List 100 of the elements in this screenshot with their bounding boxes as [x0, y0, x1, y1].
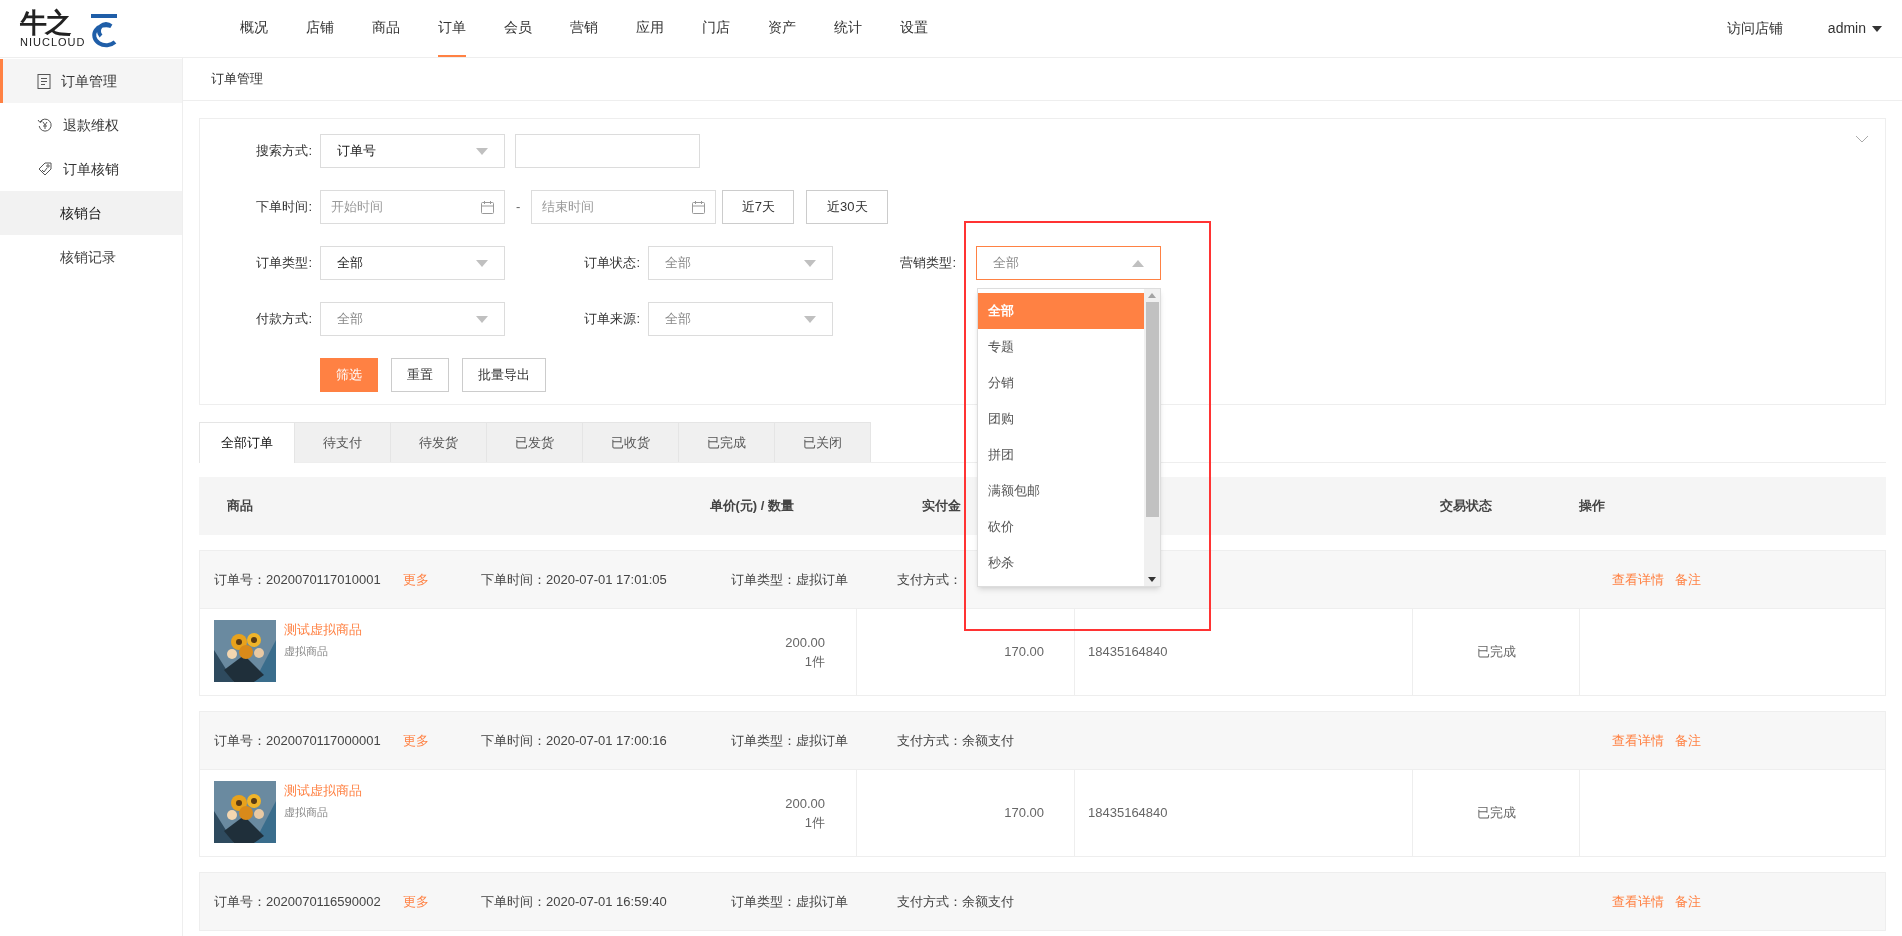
dropdown-option[interactable]: 砍价: [978, 509, 1144, 545]
trade-status: 已完成: [1476, 804, 1516, 823]
nav-tab[interactable]: 店铺: [306, 0, 334, 57]
sidebar-subitem[interactable]: 核销台: [0, 191, 182, 235]
nav-tab[interactable]: 应用: [636, 0, 664, 57]
caret-icon: [476, 147, 488, 155]
collapse-chevron-icon[interactable]: [1855, 135, 1869, 143]
logo-mark: 牛之: [20, 9, 72, 37]
quick-range-button[interactable]: 近30天: [806, 190, 889, 224]
select-field[interactable]: 全部: [976, 246, 1161, 280]
dropdown-option[interactable]: 满额包邮: [978, 473, 1144, 509]
status-tab[interactable]: 待发货: [391, 422, 487, 462]
column-header: 交易状态: [1438, 497, 1493, 516]
column-header: 单价(元) / 数量: [708, 497, 794, 516]
field-label: 营销类型:: [899, 254, 957, 273]
quantity: 1件: [804, 814, 825, 832]
document-icon: [37, 73, 51, 89]
date-separator: -: [516, 198, 521, 217]
visit-store-link[interactable]: 访问店铺: [1726, 18, 1783, 39]
select-field[interactable]: 全部: [648, 246, 833, 280]
nav-tab[interactable]: 概况: [240, 0, 268, 57]
select-value: 全部: [993, 254, 1019, 273]
quantity: 1件: [804, 653, 825, 671]
product-subtitle: 虚拟商品: [284, 643, 329, 659]
select-value: 全部: [337, 310, 363, 329]
nav-tab[interactable]: 统计: [834, 0, 862, 57]
field-label: 订单状态:: [583, 254, 641, 273]
sidebar-item[interactable]: 退款维权: [0, 103, 182, 147]
nav-tab[interactable]: 订单: [438, 0, 466, 57]
caret-icon: [476, 315, 488, 323]
status-tab[interactable]: 待支付: [295, 422, 391, 462]
unit-price: 200.00: [785, 794, 825, 813]
paid-amount: 170.00: [1004, 804, 1044, 823]
field-label: 搜索方式:: [255, 142, 313, 161]
status-tab[interactable]: 全部订单: [199, 422, 295, 463]
field-label: 订单类型:: [255, 254, 313, 273]
calendar-icon: [692, 200, 706, 214]
caret-icon: [804, 315, 816, 323]
calendar-icon: [481, 200, 494, 214]
paid-amount: 170.00: [1004, 643, 1044, 662]
filter-button[interactable]: 批量导出: [462, 358, 546, 392]
dropdown-option[interactable]: 专题: [978, 329, 1144, 365]
caret-icon: [1132, 259, 1144, 267]
status-tab[interactable]: 已关闭: [775, 422, 871, 462]
status-tab[interactable]: 已发货: [487, 422, 583, 462]
order-type: 订单类型：虚拟订单: [731, 892, 849, 911]
breadcrumb: 订单管理: [211, 70, 263, 89]
dropdown-option[interactable]: 秒杀: [978, 545, 1144, 581]
order-number: 订单号：2020070117000001: [214, 731, 382, 750]
select-value: 全部: [665, 310, 691, 329]
user-menu[interactable]: admin: [1827, 18, 1882, 39]
field-label: 下单时间:: [255, 198, 313, 217]
order-time: 下单时间：2020-07-01 17:00:16: [481, 731, 668, 750]
select-field[interactable]: 全部: [648, 302, 833, 336]
search-input[interactable]: [515, 134, 700, 168]
payment-method: 支付方式：余额支付: [897, 731, 1014, 750]
nav-tab[interactable]: 资产: [768, 0, 796, 57]
filter-button[interactable]: 重置: [391, 358, 449, 392]
status-tab[interactable]: 已收货: [583, 422, 679, 462]
product-subtitle: 虚拟商品: [284, 804, 329, 820]
caret-icon: [804, 259, 816, 267]
order-number: 订单号：2020070116590002: [214, 892, 382, 911]
caret-icon: [1872, 25, 1882, 32]
scroll-up-icon[interactable]: [1148, 293, 1156, 298]
field-label: 订单来源:: [583, 310, 641, 329]
status-tab[interactable]: 已完成: [679, 422, 775, 462]
order-time: 下单时间：2020-07-01 17:01:05: [481, 570, 668, 589]
payment-method: 支付方式：余额支付: [897, 892, 1014, 911]
order-time: 下单时间：2020-07-01 16:59:40: [481, 892, 668, 911]
scrollbar[interactable]: [1144, 289, 1160, 586]
logo[interactable]: 牛之 NIUCLOUD: [20, 9, 180, 48]
sidebar-subitem[interactable]: 核销记录: [0, 235, 182, 279]
payment-method: 支付方式：: [897, 570, 962, 589]
nav-tab[interactable]: 商品: [372, 0, 400, 57]
trade-status: 已完成: [1476, 643, 1516, 662]
column-header: 操作: [1579, 497, 1605, 516]
buyer-phone: 18435164840: [1088, 643, 1168, 662]
order-type: 订单类型：虚拟订单: [731, 570, 849, 589]
column-header: 实付金: [922, 497, 962, 516]
nav-tab[interactable]: 会员: [504, 0, 532, 57]
order-number: 订单号：2020070117010001: [214, 570, 382, 589]
select-field[interactable]: 订单号: [320, 134, 505, 168]
select-field[interactable]: 全部: [320, 246, 505, 280]
nav-tab[interactable]: 门店: [702, 0, 730, 57]
sidebar-item[interactable]: 订单核销: [0, 147, 182, 191]
dropdown-option[interactable]: 拼团: [978, 437, 1144, 473]
dropdown-option[interactable]: 团购: [978, 401, 1144, 437]
sidebar-item[interactable]: 订单管理: [0, 59, 182, 103]
quick-range-button[interactable]: 近7天: [722, 190, 795, 224]
nav-tab[interactable]: 设置: [900, 0, 928, 57]
caret-icon: [476, 259, 488, 267]
tag-icon: [37, 161, 53, 177]
select-value: 全部: [665, 254, 691, 273]
column-header: 商品: [227, 497, 254, 516]
select-field[interactable]: 全部: [320, 302, 505, 336]
nav-tab[interactable]: 营销: [570, 0, 598, 57]
field-label: 付款方式:: [255, 310, 313, 329]
scroll-down-icon[interactable]: [1148, 577, 1156, 582]
dropdown-option[interactable]: 分销: [978, 365, 1144, 401]
refund-icon: [37, 117, 53, 133]
